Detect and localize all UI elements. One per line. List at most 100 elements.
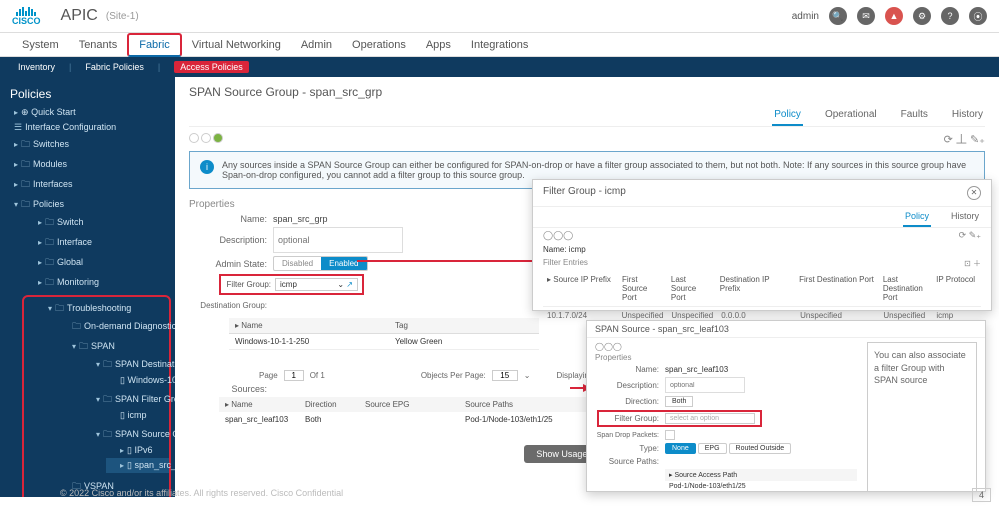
tab-apps[interactable]: Apps bbox=[416, 35, 461, 55]
dest-tag-header[interactable]: Tag bbox=[389, 318, 539, 333]
sp-dir-select[interactable]: Both bbox=[665, 396, 693, 407]
admin-disabled[interactable]: Disabled bbox=[274, 257, 321, 270]
sp-drop-checkbox[interactable] bbox=[665, 430, 675, 440]
fg-tab-policy[interactable]: Policy bbox=[903, 207, 931, 227]
subnav-inventory[interactable]: Inventory bbox=[18, 62, 55, 72]
fe-fsp-h[interactable]: First Source Port bbox=[618, 271, 667, 306]
fg-health-dots[interactable]: ◯◯◯ bbox=[543, 230, 573, 241]
tree-ondemand[interactable]: 🗀On-demand Diagnostics bbox=[58, 317, 169, 337]
fe-dstip-h[interactable]: Destination IP Prefix bbox=[716, 271, 795, 306]
site-label: (Site-1) bbox=[106, 11, 139, 22]
tree-span[interactable]: ▾🗀SPAN ▾🗀SPAN Destination Groups ▯ Windo… bbox=[58, 337, 169, 477]
help-icon[interactable]: ? bbox=[941, 7, 959, 25]
tree-interface[interactable]: ▸🗀Interface bbox=[24, 233, 175, 253]
page-number: 4 bbox=[972, 488, 991, 502]
tree-span-source-groups[interactable]: ▾🗀SPAN Source Groups ▸▯ IPv6 ▸▯ span_src… bbox=[82, 425, 169, 475]
subnav-access-policies[interactable]: Access Policies bbox=[174, 61, 249, 73]
sidebar-quick-start[interactable]: ▸⊕ Quick Start bbox=[0, 105, 175, 120]
sp-fg-select[interactable]: select an option bbox=[665, 413, 755, 424]
apps-icon[interactable]: ⦿ bbox=[969, 7, 987, 25]
tab-operational[interactable]: Operational bbox=[823, 105, 879, 126]
filter-group-select[interactable]: icmp⌄ ↗ bbox=[275, 278, 358, 291]
tree-ipv6[interactable]: ▸▯ IPv6 bbox=[106, 443, 169, 458]
sp-name-label: Name: bbox=[595, 365, 659, 374]
src-epg-h[interactable]: Source EPG bbox=[359, 397, 459, 412]
tree-troubleshooting[interactable]: ▾🗀Troubleshooting 🗀On-demand Diagnostics… bbox=[34, 299, 169, 497]
fe-proto-h[interactable]: IP Protocol bbox=[932, 271, 981, 306]
fg-tab-history[interactable]: History bbox=[949, 207, 981, 227]
tree-span-filter-groups[interactable]: ▾🗀SPAN Filter Groups ▯ icmp bbox=[82, 390, 169, 425]
tab-faults[interactable]: Faults bbox=[899, 105, 930, 126]
sp-type-none[interactable]: None bbox=[665, 443, 696, 454]
footer-text: © 2022 Cisco and/or its affiliates. All … bbox=[60, 488, 343, 498]
sp-path-header[interactable]: ▸ Source Access Path bbox=[665, 469, 857, 481]
page-input[interactable] bbox=[284, 370, 304, 381]
dest-name-header[interactable]: ▸ Name bbox=[229, 318, 389, 333]
admin-enabled[interactable]: Enabled bbox=[321, 257, 366, 270]
sp-desc-input[interactable] bbox=[665, 377, 745, 393]
dest-group-label: Destination Group: bbox=[189, 301, 267, 310]
tab-policy[interactable]: Policy bbox=[772, 105, 803, 126]
fg-entry-tools[interactable]: ⊡ ＋ bbox=[964, 258, 981, 269]
src-paths-h[interactable]: Source Paths bbox=[459, 397, 579, 412]
alert-icon[interactable]: ▲ bbox=[885, 7, 903, 25]
fe-fdp-h[interactable]: First Destination Port bbox=[795, 271, 879, 306]
external-link-icon[interactable]: ↗ bbox=[346, 280, 353, 289]
sp-paths-label: Source Paths: bbox=[595, 457, 659, 466]
tab-admin[interactable]: Admin bbox=[291, 35, 342, 55]
fg-tools[interactable]: ⟳ ✎₊ bbox=[959, 230, 981, 241]
admin-state-toggle[interactable]: Disabled Enabled bbox=[273, 256, 368, 271]
tab-virtual-networking[interactable]: Virtual Networking bbox=[182, 35, 291, 55]
arrow-to-source-panel bbox=[570, 387, 585, 389]
subnav-fabric-policies[interactable]: Fabric Policies bbox=[85, 62, 144, 72]
page-of: Of 1 bbox=[310, 371, 325, 380]
name-value: span_src_grp bbox=[273, 214, 328, 224]
desc-input[interactable] bbox=[273, 227, 403, 253]
settings-icon[interactable]: ⚙ bbox=[913, 7, 931, 25]
tree-dest-item[interactable]: ▯ Windows-10-1-1-250 bbox=[106, 373, 169, 388]
sidebar-switches[interactable]: ▸🗀Switches bbox=[0, 135, 175, 155]
filter-group-panel: Filter Group - icmp ✕ Policy History ◯◯◯… bbox=[532, 179, 992, 311]
fe-lsp-h[interactable]: Last Source Port bbox=[667, 271, 716, 306]
name-label: Name: bbox=[189, 214, 267, 224]
page-label: Page bbox=[259, 371, 278, 380]
tree-switch[interactable]: ▸🗀Switch bbox=[24, 213, 175, 233]
action-tools[interactable]: ⟳ 丄 ✎₊ bbox=[944, 131, 985, 147]
sidebar-modules[interactable]: ▸🗀Modules bbox=[0, 155, 175, 175]
tree-span-dest-groups[interactable]: ▾🗀SPAN Destination Groups ▯ Windows-10-1… bbox=[82, 355, 169, 390]
sp-type-toggle[interactable]: None EPG Routed Outside bbox=[665, 443, 791, 454]
per-page-input[interactable] bbox=[492, 370, 518, 381]
feedback-icon[interactable]: ✉ bbox=[857, 7, 875, 25]
sidebar-policies[interactable]: ▾🗀Policies ▸🗀Switch ▸🗀Interface ▸🗀Global… bbox=[0, 195, 175, 497]
panel-title: SPAN Source Group - span_src_grp bbox=[189, 85, 985, 99]
sources-label: Sources: bbox=[189, 384, 267, 394]
sidebar-interface-config[interactable]: ☰Interface Configuration bbox=[0, 120, 175, 135]
sidebar-interfaces[interactable]: ▸🗀Interfaces bbox=[0, 175, 175, 195]
tree-monitoring[interactable]: ▸🗀Monitoring bbox=[24, 273, 175, 293]
tab-history[interactable]: History bbox=[950, 105, 985, 126]
fe-ldp-h[interactable]: Last Destination Port bbox=[879, 271, 932, 306]
dest-row[interactable]: Windows-10-1-1-250Yellow Green bbox=[229, 334, 539, 350]
tree-filter-icmp[interactable]: ▯ icmp bbox=[106, 408, 169, 423]
info-icon: i bbox=[200, 160, 214, 174]
tab-tenants[interactable]: Tenants bbox=[69, 35, 128, 55]
src-dir-h[interactable]: Direction bbox=[299, 397, 359, 412]
sp-health-dots[interactable]: ◯◯◯ bbox=[595, 342, 857, 351]
close-icon[interactable]: ✕ bbox=[967, 186, 981, 200]
src-name-h[interactable]: ▸ Name bbox=[219, 397, 299, 412]
sub-nav: Inventory | Fabric Policies | Access Pol… bbox=[0, 57, 999, 77]
fg-entries-label: Filter Entries bbox=[543, 258, 588, 269]
sp-type-routed[interactable]: Routed Outside bbox=[729, 443, 792, 454]
tree-global[interactable]: ▸🗀Global bbox=[24, 253, 175, 273]
search-icon[interactable]: 🔍 bbox=[829, 7, 847, 25]
fg-panel-title: Filter Group - icmp bbox=[543, 186, 626, 200]
tab-integrations[interactable]: Integrations bbox=[461, 35, 538, 55]
user-label[interactable]: admin bbox=[792, 11, 819, 22]
tab-operations[interactable]: Operations bbox=[342, 35, 416, 55]
tab-fabric[interactable]: Fabric bbox=[127, 33, 182, 57]
tab-system[interactable]: System bbox=[12, 35, 69, 55]
tree-span-src-grp[interactable]: ▸▯ span_src_grp bbox=[106, 458, 169, 473]
sp-type-epg[interactable]: EPG bbox=[698, 443, 727, 454]
fe-srcip-h[interactable]: ▸ Source IP Prefix bbox=[543, 271, 618, 306]
health-dots[interactable] bbox=[189, 133, 225, 146]
